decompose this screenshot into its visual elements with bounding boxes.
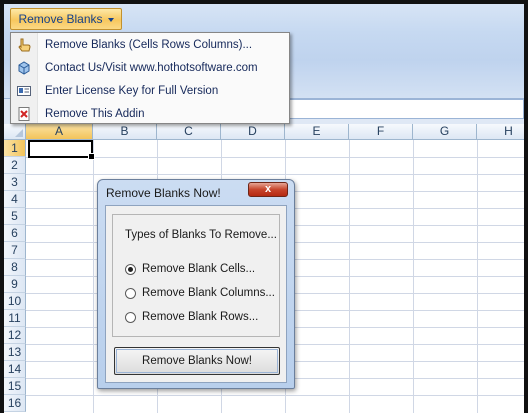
menu-item-label: Remove This Addin [45, 108, 145, 120]
row-header-15[interactable]: 15 [4, 378, 26, 395]
row-header-8[interactable]: 8 [4, 259, 26, 276]
row-header-14[interactable]: 14 [4, 361, 26, 378]
grid-line [26, 157, 524, 158]
row-header-11[interactable]: 11 [4, 310, 26, 327]
row-header-1[interactable]: 1 [4, 140, 26, 157]
column-header-d[interactable]: D [221, 124, 285, 140]
column-header-f[interactable]: F [349, 124, 413, 140]
grid-line [26, 395, 524, 396]
menu-item-label: Enter License Key for Full Version [45, 85, 219, 97]
radio-label: Remove Blank Columns... [142, 287, 275, 299]
menu-item-remove-blanks[interactable]: Remove Blanks (Cells Rows Columns)... [11, 34, 289, 56]
row-header-5[interactable]: 5 [4, 208, 26, 225]
radio-button[interactable] [125, 311, 136, 323]
excel-window: Remove Blanks A B C D E F G H 1 2 3 4 5 … [0, 0, 528, 413]
row-header-9[interactable]: 9 [4, 276, 26, 293]
row-header-7[interactable]: 7 [4, 242, 26, 259]
column-header-h[interactable]: H [477, 124, 524, 140]
row-header-6[interactable]: 6 [4, 225, 26, 242]
menu-item-remove-addin[interactable]: Remove This Addin [11, 103, 289, 125]
formula-bar[interactable] [287, 99, 524, 119]
group-title: Types of Blanks To Remove... [125, 229, 277, 241]
column-header-a[interactable]: A [26, 124, 93, 140]
grid-line [26, 174, 524, 175]
addin-dropdown-menu: Remove Blanks (Cells Rows Columns)... Co… [10, 32, 290, 124]
row-header-13[interactable]: 13 [4, 344, 26, 361]
radio-remove-blank-columns[interactable]: Remove Blank Columns... [125, 287, 275, 299]
row-header-4[interactable]: 4 [4, 191, 26, 208]
column-header-b[interactable]: B [93, 124, 157, 140]
addin-button-label: Remove Blanks [18, 12, 103, 26]
radio-button-checked[interactable] [125, 263, 136, 275]
menu-item-label: Contact Us/Visit www.hothotsoftware.com [45, 62, 258, 74]
radio-remove-blank-cells[interactable]: Remove Blank Cells... [125, 263, 255, 275]
row-header-3[interactable]: 3 [4, 174, 26, 191]
row-header-16[interactable]: 16 [4, 395, 26, 412]
select-all-corner[interactable] [4, 124, 26, 140]
close-button[interactable]: x [248, 182, 288, 197]
column-header-c[interactable]: C [157, 124, 221, 140]
radio-label: Remove Blank Rows... [142, 311, 259, 323]
cube-icon [11, 57, 37, 79]
menu-item-label: Remove Blanks (Cells Rows Columns)... [45, 39, 253, 51]
pointing-hand-icon [11, 34, 37, 56]
radio-label: Remove Blank Cells... [142, 263, 256, 275]
column-header-e[interactable]: E [285, 124, 349, 140]
active-cell-a1[interactable] [28, 140, 95, 160]
blank-types-group: Types of Blanks To Remove... Remove Blan… [112, 214, 280, 337]
remove-blanks-dialog: Remove Blanks Now! x Types of Blanks To … [97, 179, 295, 389]
dialog-body: Types of Blanks To Remove... Remove Blan… [105, 205, 287, 383]
row-header-10[interactable]: 10 [4, 293, 26, 310]
chevron-down-icon [107, 18, 114, 22]
radio-remove-blank-rows[interactable]: Remove Blank Rows... [125, 311, 258, 323]
license-card-icon [11, 80, 37, 102]
column-header-g[interactable]: G [413, 124, 477, 140]
row-header-12[interactable]: 12 [4, 327, 26, 344]
menu-item-license-key[interactable]: Enter License Key for Full Version [11, 80, 289, 102]
row-header-2[interactable]: 2 [4, 157, 26, 174]
remove-blanks-now-button[interactable]: Remove Blanks Now! [114, 347, 280, 375]
menu-item-contact-us[interactable]: Contact Us/Visit www.hothotsoftware.com [11, 57, 289, 79]
radio-button[interactable] [125, 287, 136, 299]
remove-document-icon [11, 103, 37, 125]
remove-blanks-addin-button[interactable]: Remove Blanks [10, 8, 122, 30]
dialog-title: Remove Blanks Now! [106, 186, 221, 200]
